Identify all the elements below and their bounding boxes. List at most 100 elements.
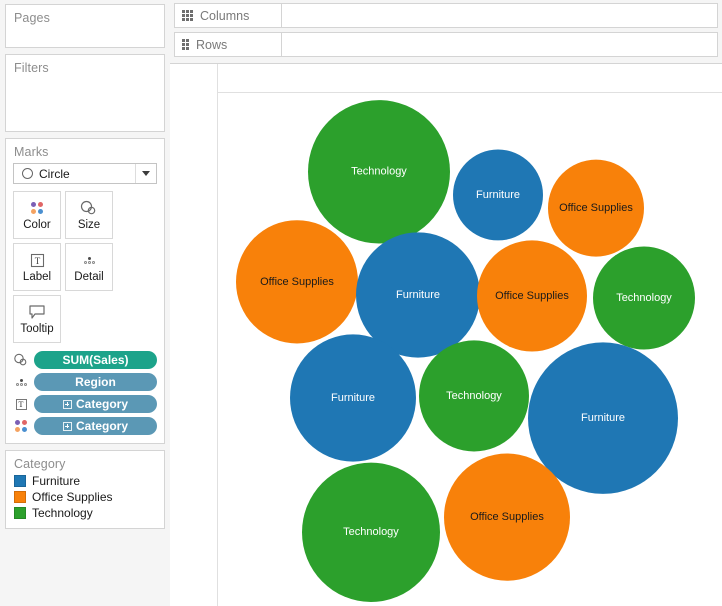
columns-shelf-label: Columns xyxy=(200,8,250,23)
label-text-icon: T xyxy=(30,251,45,269)
bubble-mark[interactable]: Furniture xyxy=(453,149,543,241)
bubble-mark[interactable]: Office Supplies xyxy=(548,159,644,257)
rows-shelf-label: Rows xyxy=(196,37,228,52)
bubble-label: Furniture xyxy=(331,392,375,404)
pages-card[interactable]: Pages xyxy=(5,4,165,48)
tooltip-button-label: Tooltip xyxy=(20,323,54,335)
rows-shelf-header: Rows xyxy=(174,32,282,57)
size-button[interactable]: Size xyxy=(65,191,113,239)
detail-button[interactable]: Detail xyxy=(65,243,113,291)
pill-row-size: SUM(Sales) xyxy=(13,351,157,369)
pill-row-detail: Region xyxy=(13,373,157,391)
color-legend-card: Category Furniture Office Supplies Techn… xyxy=(5,450,165,529)
bubble-label: Office Supplies xyxy=(470,511,544,523)
size-circles-icon xyxy=(79,199,99,217)
legend-swatch xyxy=(14,491,26,503)
color-dots-icon xyxy=(30,199,44,217)
rows-shelf[interactable]: Rows xyxy=(174,32,718,57)
pill-category-label-shelf[interactable]: Category xyxy=(34,395,157,413)
columns-shelf-header: Columns xyxy=(174,3,282,28)
left-sidebar: Pages Filters Marks Circle Color Size T … xyxy=(0,0,170,606)
tableau-worksheet: Pages Filters Marks Circle Color Size T … xyxy=(0,0,722,606)
legend-swatch xyxy=(14,475,26,487)
bubble-mark[interactable]: Furniture xyxy=(290,334,416,462)
rows-shelf-dropzone[interactable] xyxy=(282,32,718,57)
packed-bubble-chart[interactable]: Technology Furniture Office Supplies Office… xyxy=(218,93,722,606)
columns-shelf[interactable]: Columns xyxy=(174,3,718,28)
bubble-label: Technology xyxy=(351,166,407,178)
mark-type-dropdown[interactable]: Circle xyxy=(13,163,157,184)
bubble-mark[interactable]: Office Supplies xyxy=(477,240,587,352)
filters-card-title: Filters xyxy=(14,61,49,75)
expand-plus-icon[interactable] xyxy=(62,399,72,409)
legend-item-label: Technology xyxy=(32,506,93,520)
size-circles-icon xyxy=(13,352,29,368)
bubble-mark[interactable]: Technology xyxy=(419,340,529,452)
pill-category-color-shelf-label: Category xyxy=(75,419,128,433)
bubble-label: Technology xyxy=(446,390,502,402)
viz-container: Technology Furniture Office Supplies Office… xyxy=(170,63,722,606)
tooltip-button[interactable]: Tooltip xyxy=(13,295,61,343)
legend-item-furniture[interactable]: Furniture xyxy=(14,474,156,488)
bubble-mark[interactable]: Technology xyxy=(302,462,440,602)
color-legend-title: Category xyxy=(14,457,66,471)
legend-item-label: Furniture xyxy=(32,474,81,488)
mark-type-caret[interactable] xyxy=(135,164,156,183)
bubble-label: Technology xyxy=(343,526,399,538)
columns-shelf-dropzone[interactable] xyxy=(282,3,718,28)
mark-type-value: Circle xyxy=(39,166,70,181)
pill-sum-sales-label: SUM(Sales) xyxy=(62,353,129,367)
bubble-label: Office Supplies xyxy=(559,202,633,214)
detail-dots-icon xyxy=(13,374,29,390)
color-button[interactable]: Color xyxy=(13,191,61,239)
color-dots-icon xyxy=(13,418,29,434)
shelf-region: Columns Rows xyxy=(170,0,722,63)
bubble-label: Furniture xyxy=(396,289,440,301)
color-button-label: Color xyxy=(23,219,51,231)
marks-card-title: Marks xyxy=(14,145,49,159)
filters-card[interactable]: Filters xyxy=(5,54,165,132)
bubble-chart-pane[interactable]: Technology Furniture Office Supplies Office… xyxy=(218,93,722,606)
bubble-label: Office Supplies xyxy=(495,290,569,302)
bubble-label: Office Supplies xyxy=(260,276,334,288)
pill-category-color-shelf[interactable]: Category xyxy=(34,417,157,435)
rows-grid-icon xyxy=(182,39,189,50)
legend-item-technology[interactable]: Technology xyxy=(14,506,156,520)
pill-region-label: Region xyxy=(75,375,116,389)
detail-button-label: Detail xyxy=(74,271,104,283)
circle-icon xyxy=(22,168,33,179)
pill-region[interactable]: Region xyxy=(34,373,157,391)
sidebar-empty-space xyxy=(5,535,165,606)
row-header-band xyxy=(170,64,218,606)
chevron-down-icon xyxy=(142,171,150,176)
pill-row-color: Category xyxy=(13,417,157,435)
bubble-mark[interactable]: Office Supplies xyxy=(236,220,358,344)
label-button[interactable]: T Label xyxy=(13,243,61,291)
label-text-icon: T xyxy=(13,396,29,412)
pill-row-label: T Category xyxy=(13,395,157,413)
pill-category-label-shelf-label: Category xyxy=(75,397,128,411)
bubble-label: Furniture xyxy=(476,189,520,201)
legend-item-office-supplies[interactable]: Office Supplies xyxy=(14,490,156,504)
main-area: Columns Rows Technology Furniture Office S… xyxy=(170,0,722,606)
mark-type-value-wrap: Circle xyxy=(14,167,135,181)
legend-item-label: Office Supplies xyxy=(32,490,113,504)
expand-plus-icon[interactable] xyxy=(62,421,72,431)
detail-dots-icon xyxy=(83,251,95,269)
bubble-label: Furniture xyxy=(581,412,625,424)
legend-swatch xyxy=(14,507,26,519)
column-header-band xyxy=(170,64,722,93)
columns-grid-icon xyxy=(182,10,193,21)
pages-card-title: Pages xyxy=(14,11,50,25)
color-legend-items: Furniture Office Supplies Technology xyxy=(6,473,164,528)
bubble-mark[interactable]: Technology xyxy=(308,100,450,244)
bubble-mark[interactable]: Technology xyxy=(593,246,695,350)
size-button-label: Size xyxy=(77,219,101,231)
svg-text:T: T xyxy=(34,256,40,266)
marks-buttons: Color Size T Label Detail Tooltip xyxy=(6,191,164,343)
marks-card: Marks Circle Color Size T Label Detail T… xyxy=(5,138,165,444)
bubble-mark[interactable]: Office Supplies xyxy=(444,453,570,581)
pill-sum-sales[interactable]: SUM(Sales) xyxy=(34,351,157,369)
bubble-label: Technology xyxy=(616,292,672,304)
marks-pills: SUM(Sales) Region T Category Category xyxy=(6,343,164,437)
